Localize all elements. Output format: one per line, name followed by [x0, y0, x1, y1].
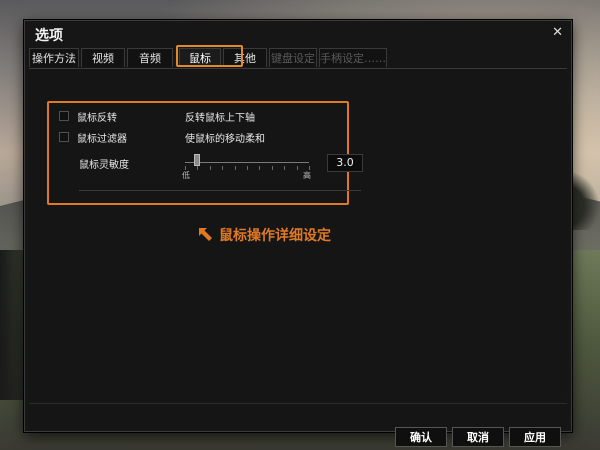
confirm-button[interactable]: 确认 [395, 427, 447, 447]
cancel-button[interactable]: 取消 [452, 427, 504, 447]
sensitivity-slider-thumb[interactable] [194, 154, 201, 166]
dialog-title: 选项 [35, 28, 63, 44]
mouse-filter-label: 鼠标过滤器 [77, 133, 127, 145]
sensitivity-slider-track[interactable] [185, 162, 309, 163]
sensitivity-label: 鼠标灵敏度 [79, 160, 129, 171]
invert-mouse-row[interactable]: 鼠标反转 [59, 109, 117, 124]
annotation-text: 鼠标操作详细设定 [219, 228, 331, 244]
mouse-filter-checkbox[interactable] [59, 132, 69, 142]
invert-mouse-label: 鼠标反转 [77, 112, 117, 124]
tab-audio[interactable]: 音频 [127, 48, 173, 67]
sensitivity-high-label: 高 [303, 171, 311, 180]
apply-button[interactable]: 应用 [509, 427, 561, 447]
invert-mouse-checkbox[interactable] [59, 111, 69, 121]
slider-tick [247, 166, 248, 170]
tab-gamepad-settings: 手柄设定…… [319, 48, 387, 67]
mouse-filter-row[interactable]: 鼠标过滤器 [59, 130, 127, 145]
panel-divider [79, 190, 361, 191]
sensitivity-value-field[interactable]: 3.0 [327, 154, 363, 172]
tab-keyboard-settings: 键盘设定 [269, 48, 317, 67]
tab-controls[interactable]: 操作方法 [29, 48, 79, 67]
annotation-callout: 鼠标操作详细设定 [197, 225, 331, 245]
slider-tick [222, 166, 224, 170]
slider-tick [271, 166, 273, 170]
slider-tick [234, 166, 236, 170]
slider-tick [197, 166, 199, 170]
close-icon[interactable]: ✕ [552, 25, 563, 40]
button-bar [29, 403, 567, 428]
slider-tick [296, 166, 298, 170]
sensitivity-low-label: 低 [182, 171, 190, 180]
tab-bar: 操作方法 视频 音频 鼠标 其他 键盘设定 手柄设定…… [29, 48, 567, 69]
slider-tick [259, 166, 261, 170]
invert-mouse-description: 反转鼠标上下轴 [185, 113, 255, 124]
options-dialog: 选项 ✕ 操作方法 视频 音频 鼠标 其他 键盘设定 手柄设定…… 鼠标反转 反… [24, 20, 572, 447]
mouse-filter-description: 使鼠标的移动柔和 [185, 134, 265, 145]
tab-highlight-box [176, 45, 243, 67]
tab-video[interactable]: 视频 [81, 48, 125, 67]
slider-tick [284, 166, 286, 170]
arrow-up-left-icon [199, 228, 212, 241]
slider-tick [209, 166, 211, 170]
